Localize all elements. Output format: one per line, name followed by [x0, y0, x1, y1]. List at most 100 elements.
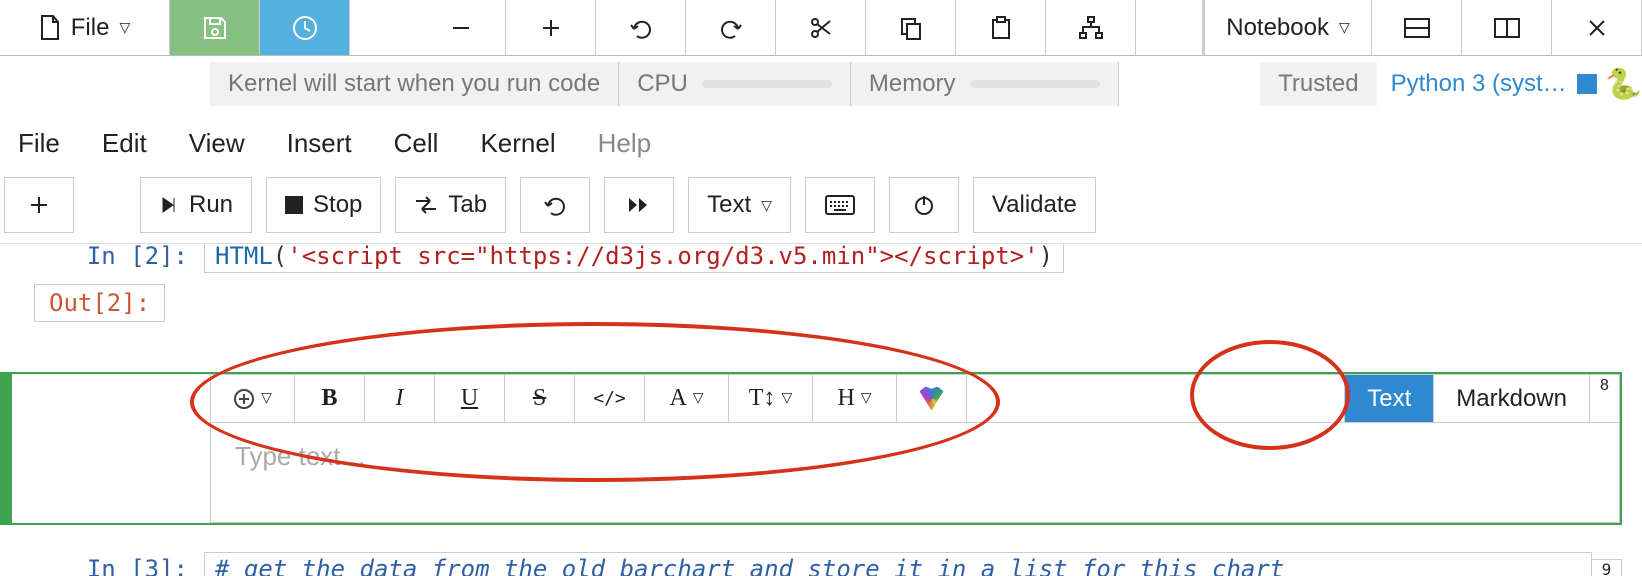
heading-dropdown[interactable]: H▽ [813, 375, 897, 422]
history-icon [291, 14, 319, 42]
menu-edit[interactable]: Edit [102, 128, 147, 159]
text-cell[interactable]: ▽ B I U S </> A▽ T↕▽ H▽ Text Markdown 8 … [0, 372, 1622, 525]
validate-button[interactable]: Validate [973, 177, 1096, 233]
menu-view[interactable]: View [189, 128, 245, 159]
notebook-dropdown[interactable]: Notebook ▽ [1202, 0, 1372, 55]
kernel-busy-indicator [1577, 74, 1597, 94]
color-fan-icon [920, 387, 944, 411]
redo-icon [718, 15, 744, 41]
notebook-area: In [2]: HTML('<script src="https://d3js.… [0, 244, 1642, 576]
minus-icon [450, 17, 472, 39]
underline-button[interactable]: U [435, 375, 505, 422]
run-icon [159, 195, 179, 215]
chevron-down-icon: ▽ [261, 390, 272, 407]
trust-status[interactable]: Trusted [1260, 62, 1376, 106]
text-cell-editor[interactable]: Type text… [211, 423, 1619, 522]
cell-select-bar[interactable] [2, 374, 12, 523]
chevron-down-icon: ▽ [119, 19, 130, 36]
copy-button[interactable] [866, 0, 956, 55]
cell-code-in-3[interactable]: # get the data from the old barchart and… [204, 552, 1592, 576]
code-cell-in-3[interactable]: In [3]: # get the data from the old barc… [34, 552, 1622, 576]
code-cell-out-2: Out[2]: [34, 284, 165, 322]
code-cell-in-2[interactable]: In [2]: HTML('<script src="https://d3js.… [34, 244, 1622, 278]
scissors-icon [808, 15, 834, 41]
power-icon [912, 193, 936, 217]
bold-button[interactable]: B [295, 375, 365, 422]
split-horizontal-button[interactable] [1372, 0, 1462, 55]
cut-button[interactable] [776, 0, 866, 55]
save-button[interactable] [170, 0, 260, 55]
plus-icon [29, 195, 49, 215]
kernel-name[interactable]: Python 3 (syst… [1377, 70, 1577, 98]
code-button[interactable]: </> [575, 375, 645, 422]
text-cell-placeholder: Type text… [235, 441, 367, 471]
minus-button[interactable] [416, 0, 506, 55]
undo-icon [628, 15, 654, 41]
insert-cell-button[interactable] [4, 177, 74, 233]
strike-button[interactable]: S [505, 375, 575, 422]
sitemap-button[interactable] [1046, 0, 1136, 55]
power-button[interactable] [889, 177, 959, 233]
cell-line-count-in-3: 9 [1592, 559, 1622, 576]
menu-file[interactable]: File [18, 128, 60, 159]
tab-button[interactable]: Tab [395, 177, 506, 233]
size-dropdown[interactable]: T↕▽ [729, 375, 813, 422]
copy-icon [898, 15, 924, 41]
text-format-toolbar: ▽ B I U S </> A▽ T↕▽ H▽ Text Markdown 8 [211, 375, 1619, 423]
font-dropdown[interactable]: A▽ [645, 375, 729, 422]
close-button[interactable] [1552, 0, 1642, 55]
cell-code-in-2[interactable]: HTML('<script src="https://d3js.org/d3.v… [204, 244, 1064, 273]
restart-icon [543, 193, 567, 217]
memory-meter: Memory [851, 62, 1119, 106]
keyboard-icon [825, 195, 855, 215]
mode-tab-text[interactable]: Text [1344, 375, 1433, 422]
tab-icon [414, 195, 438, 215]
cell-prompt-out-2: Out[2]: [34, 284, 165, 322]
redo-button[interactable] [686, 0, 776, 55]
clipboard-icon [988, 15, 1014, 41]
insert-dropdown[interactable]: ▽ [211, 375, 295, 422]
plus-button[interactable] [506, 0, 596, 55]
restart-button[interactable] [520, 177, 590, 233]
file-dropdown-label: File [71, 14, 110, 42]
italic-button[interactable]: I [365, 375, 435, 422]
menu-help[interactable]: Help [598, 128, 651, 159]
sitemap-icon [1077, 15, 1105, 41]
status-bar: Kernel will start when you run code CPU … [0, 56, 1642, 112]
circle-plus-icon [233, 388, 255, 410]
time-travel-button[interactable] [260, 0, 350, 55]
split-vertical-icon [1493, 17, 1521, 39]
fast-forward-icon [627, 195, 651, 215]
undo-button[interactable] [596, 0, 686, 55]
topbar-spacer-1 [350, 0, 416, 55]
keyboard-button[interactable] [805, 177, 875, 233]
menu-insert[interactable]: Insert [287, 128, 352, 159]
cell-prompt-in-2: In [2]: [34, 244, 204, 270]
file-dropdown[interactable]: File ▽ [0, 0, 170, 55]
plus-icon [540, 17, 562, 39]
memory-bar [970, 80, 1100, 88]
color-button[interactable] [897, 375, 967, 422]
paste-button[interactable] [956, 0, 1046, 55]
chevron-down-icon: ▽ [761, 197, 772, 214]
run-button[interactable]: Run [140, 177, 252, 233]
chevron-down-icon: ▽ [693, 390, 704, 407]
stop-button[interactable]: Stop [266, 177, 381, 233]
mode-tab-markdown[interactable]: Markdown [1433, 375, 1589, 422]
cpu-meter: CPU [619, 62, 851, 106]
topbar-spacer-2 [1136, 0, 1202, 55]
kernel-status-msg: Kernel will start when you run code [210, 62, 619, 106]
close-icon [1586, 17, 1608, 39]
chevron-down-icon: ▽ [781, 390, 792, 407]
cpu-bar [702, 80, 832, 88]
stop-icon [285, 196, 303, 214]
notebook-menubar: File Edit View Insert Cell Kernel Help [0, 112, 1642, 177]
cell-type-dropdown[interactable]: Text ▽ [688, 177, 791, 233]
menu-kernel[interactable]: Kernel [480, 128, 555, 159]
notebook-dropdown-label: Notebook [1226, 14, 1329, 42]
file-icon [39, 15, 61, 41]
app-topbar: File ▽ Notebook ▽ [0, 0, 1642, 56]
split-vertical-button[interactable] [1462, 0, 1552, 55]
menu-cell[interactable]: Cell [394, 128, 439, 159]
run-all-button[interactable] [604, 177, 674, 233]
